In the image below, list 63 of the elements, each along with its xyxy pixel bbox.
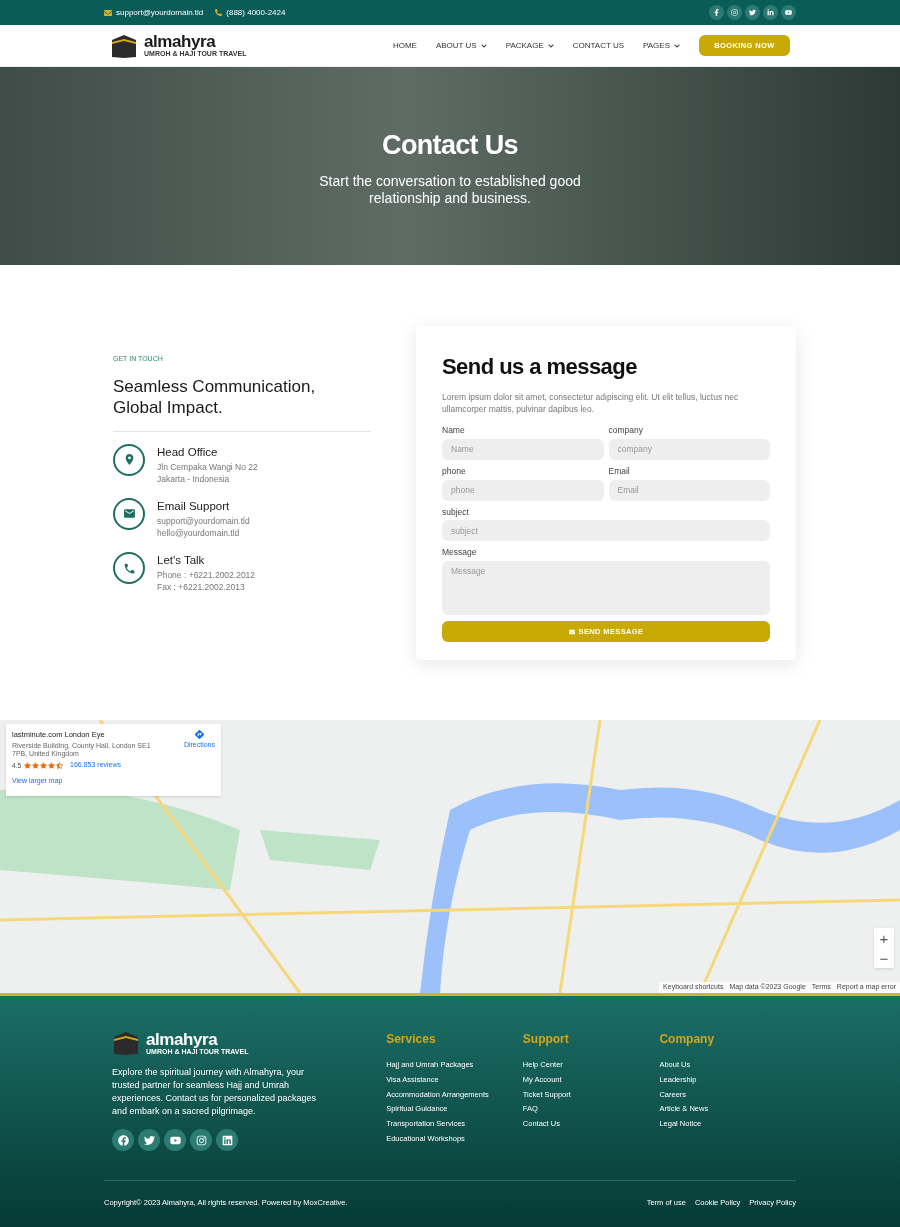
field-label: phone (442, 464, 467, 478)
field-label: Email (608, 464, 631, 478)
hero-title: Contact Us (382, 128, 518, 162)
contact-title: Let's Talk (157, 553, 206, 568)
location-pin-icon (113, 443, 145, 476)
top-email[interactable]: support@yourdomain.tld (116, 6, 204, 19)
caret-icon (480, 42, 487, 49)
directions-icon (193, 729, 205, 740)
youtube-icon[interactable] (781, 5, 796, 20)
contact-detail: hello@yourdomain.tld (157, 527, 241, 539)
contact-detail: Fax : +6221.2002.2013 (157, 581, 246, 594)
envelope-icon (113, 497, 145, 530)
zoom-in-button[interactable]: + (874, 928, 894, 948)
nav-link[interactable]: HOME (392, 39, 417, 52)
footer-column-title: Company (659, 1031, 716, 1048)
footer-column-title: Support (522, 1031, 570, 1048)
contact-title: Email Support (157, 498, 231, 514)
kaaba-logo-icon (110, 32, 138, 59)
nav-link[interactable]: CONTACT US (572, 39, 624, 52)
facebook-icon[interactable] (112, 1129, 134, 1151)
footer-about: Explore the spiritual journey with Almahyra, your trusted partner for seamless Hajj and Umrah experiences. Contact us for personalized packages and embark on a sacred pilgrimage. (112, 1066, 318, 1118)
caret-icon (674, 42, 680, 49)
text-field[interactable]: Name (442, 438, 604, 460)
text-field[interactable]: company (608, 438, 770, 460)
phone-icon (113, 552, 145, 584)
twitter-icon[interactable] (745, 5, 760, 20)
twitter-icon[interactable] (138, 1129, 160, 1151)
instagram-icon[interactable] (727, 5, 742, 20)
phone-icon (215, 9, 223, 16)
section-heading: Seamless Communication, Global Impact. (113, 375, 317, 418)
envelope-icon (104, 8, 112, 17)
form-intro: Lorem ipsum dolor sit amet, consectetur adipiscing elit. Ut elit tellus, luctus nec ullamcorper mattis, pulvinar dapibus leo. (442, 391, 740, 415)
linkedin-icon[interactable] (763, 5, 778, 20)
zoom-out-button[interactable]: − (874, 948, 894, 968)
text-field[interactable]: subject (442, 520, 770, 542)
field-label: Name (442, 424, 466, 437)
linkedin-icon[interactable] (216, 1129, 238, 1151)
brand-name: almahyra (144, 33, 216, 50)
nav-link[interactable]: PAGES (643, 39, 680, 52)
nav-link[interactable]: PACKAGE (505, 39, 554, 52)
text-field[interactable]: Email (608, 479, 770, 501)
facebook-icon[interactable] (709, 5, 724, 20)
contact-detail: support@yourdomain.tld (157, 515, 250, 527)
field-label: company (608, 424, 644, 437)
nav-link[interactable]: ABOUT US (435, 39, 487, 52)
contact-detail: Jln Cempaka Wangi No 22 (157, 460, 258, 473)
contact-detail: Jakarta - Indonesia (157, 472, 231, 485)
contact-detail: Phone : +6221.2002.2012 (157, 569, 256, 582)
envelope-icon (568, 628, 575, 635)
form-title: Send us a message (442, 353, 638, 381)
text-field[interactable]: phone (442, 479, 604, 501)
field-label: Message (442, 546, 478, 559)
caret-icon (547, 42, 554, 49)
hero-subtitle: Start the conversation to established good relationship and business. (318, 173, 582, 208)
message-field[interactable]: Message (442, 561, 770, 615)
contact-title: Head Office (157, 444, 219, 460)
footer-column-title: Services (386, 1031, 437, 1048)
youtube-icon[interactable] (164, 1129, 186, 1151)
top-phone[interactable]: (888) 4000-2424 (226, 6, 286, 19)
field-label: subject (442, 505, 470, 519)
brand-name: almahyra (146, 1030, 219, 1048)
kaaba-logo-icon (112, 1030, 140, 1056)
instagram-icon[interactable] (190, 1129, 212, 1151)
